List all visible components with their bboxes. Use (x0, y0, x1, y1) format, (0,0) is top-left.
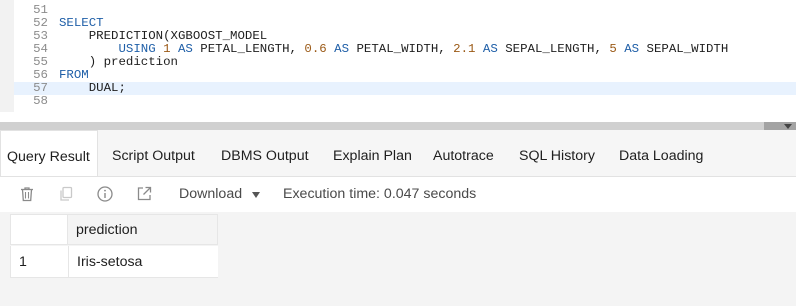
sql-number: 1 (163, 42, 171, 56)
sql-text: PREDICTION(XGBOOST_MODEL (88, 29, 268, 43)
trash-icon[interactable] (18, 185, 36, 203)
download-button[interactable]: Download (179, 185, 242, 203)
sql-editor[interactable]: 51 52 SELECT 53 PREDICTION(XGBOOST_MODEL 54 … (0, 0, 796, 112)
sql-keyword: SELECT (59, 16, 104, 30)
code-text: SELECT (59, 16, 104, 30)
result-tab-bar: Query Result Script Output DBMS Output E… (0, 130, 796, 177)
line-number: 58 (33, 94, 48, 108)
row-number[interactable]: 1 (10, 246, 68, 278)
sql-text: DUAL; (88, 81, 126, 95)
column-header-prediction[interactable]: prediction (68, 214, 218, 245)
table-cell[interactable]: Iris-setosa (68, 246, 218, 278)
sql-keyword: AS (178, 42, 193, 56)
copy-icon[interactable] (57, 185, 75, 203)
tab-script-output[interactable]: Script Output (112, 130, 195, 176)
sql-text: SEPAL_WIDTH (639, 42, 729, 56)
editor-margin (0, 0, 14, 112)
tab-query-result[interactable]: Query Result (0, 130, 98, 176)
execution-time: Execution time: 0.047 seconds (283, 186, 477, 202)
sql-keyword: AS (334, 42, 350, 56)
code-text: PREDICTION(XGBOOST_MODEL (59, 29, 267, 43)
sql-text: PETAL_LENGTH, (192, 42, 305, 56)
sql-text: ) prediction (88, 55, 178, 69)
tab-explain-plan[interactable]: Explain Plan (333, 130, 412, 176)
code-text: USING 1 AS PETAL_LENGTH, 0.6 AS PETAL_WI… (59, 42, 729, 56)
code-line[interactable]: 56 FROM (14, 69, 796, 82)
tab-autotrace[interactable]: Autotrace (433, 130, 494, 176)
sql-text: PETAL_WIDTH, (349, 42, 454, 56)
info-icon[interactable] (96, 185, 114, 203)
sql-number: 0.6 (304, 42, 327, 56)
results-toolbar: Download Execution time: 0.047 seconds (0, 177, 796, 211)
code-text: ) prediction (59, 55, 178, 69)
splitter-handle[interactable] (764, 122, 796, 130)
code-area[interactable]: 51 52 SELECT 53 PREDICTION(XGBOOST_MODEL 54 … (14, 4, 796, 108)
result-grid: prediction 1 Iris-setosa (0, 212, 796, 306)
open-in-new-icon[interactable] (135, 185, 153, 203)
code-text: DUAL; (59, 81, 126, 95)
code-line[interactable]: 58 (14, 95, 796, 108)
pane-splitter[interactable] (0, 122, 796, 130)
sql-number: 5 (609, 42, 617, 56)
tab-data-loading[interactable]: Data Loading (619, 130, 703, 176)
chevron-down-icon[interactable] (252, 192, 260, 198)
code-text: FROM (59, 68, 89, 82)
sql-keyword: AS (624, 42, 640, 56)
sql-keyword: AS (482, 42, 498, 56)
code-line[interactable]: 51 (14, 4, 796, 17)
sql-number: 2.1 (453, 42, 476, 56)
code-line[interactable]: 55 ) prediction (14, 56, 796, 69)
grid-corner[interactable] (10, 214, 68, 245)
tab-dbms-output[interactable]: DBMS Output (221, 130, 309, 176)
collapse-down-icon (784, 124, 792, 129)
sql-text: SEPAL_LENGTH, (497, 42, 610, 56)
sql-keyword: FROM (59, 68, 89, 82)
sql-keyword: USING (118, 42, 156, 56)
tab-sql-history[interactable]: SQL History (519, 130, 595, 176)
code-line[interactable]: 57 DUAL; (14, 82, 796, 95)
